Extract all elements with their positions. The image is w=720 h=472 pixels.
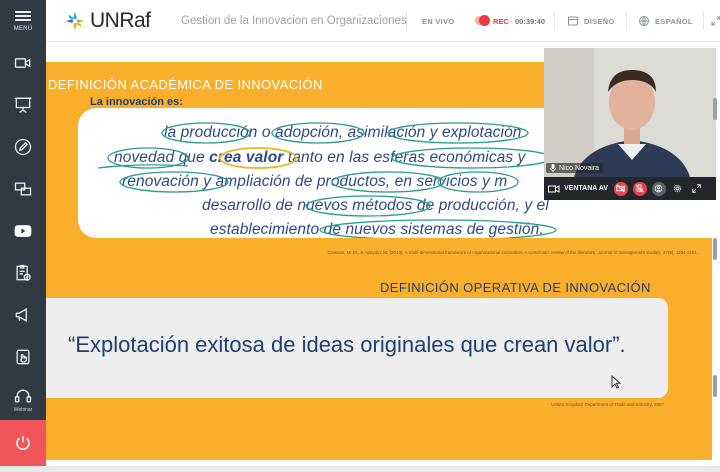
popout-button[interactable] [690,182,704,196]
star-logo-icon [65,11,85,31]
layout-button[interactable]: DISEÑO [567,13,615,29]
expand-icon [711,16,720,26]
fullscreen-button[interactable] [710,13,720,29]
screen-share-icon [14,182,32,196]
mouse-cursor-icon [611,375,621,389]
record-toggle[interactable] [475,15,490,26]
participant-name: Nico Novaira [559,164,600,172]
layout-label: DISEÑO [584,16,615,26]
participant-video [544,48,716,177]
headset-icon [14,389,32,402]
mic-off-icon [635,184,645,193]
sidebar-item-whiteboard[interactable] [0,128,46,166]
power-icon [16,436,30,450]
app-window: MENÚ Webinar UNRaf Gestion de la Innovac… [0,0,720,472]
sidebar-item-raise-hand[interactable] [0,338,46,376]
sidebar-item-announcement[interactable] [0,296,46,334]
video-camera-icon [14,58,31,68]
menu-button[interactable]: MENÚ [0,0,46,40]
operative-quote: “Explotación exitosa de ideas originales… [68,332,626,357]
quote-fragment: tanto en las esferas económicas y [287,149,526,166]
sidebar-item-presentation[interactable] [0,86,46,124]
toggle-camera-button[interactable] [613,181,628,196]
operative-definition-card: “Explotación exitosa de ideas originales… [46,298,668,398]
sidebar-item-quiz[interactable] [0,254,46,292]
session-title: Gestion de la Innovacion en Organizacion… [181,15,407,27]
quote-line: renovación y ampliación de productos, en… [122,173,508,190]
toggle-mic-button[interactable] [632,181,647,196]
header-divider [554,12,555,30]
slide-title-academic: DEFINICIÓN ACADÉMICA DE INNOVACIÓN [48,77,323,92]
sidebar-item-screen-share[interactable] [0,170,46,208]
end-session-button[interactable] [0,420,46,466]
layout-icon [568,16,578,26]
bottom-strip [0,466,720,472]
scroll-marker [713,238,717,260]
sidebar-item-camera[interactable] [0,44,46,82]
sidebar: MENÚ Webinar [0,0,46,466]
webcam-feed: Nico Novaira [544,48,716,177]
hand-raise-icon [16,349,30,365]
megaphone-icon [15,308,27,322]
quote-line: novedad que crea valor tanto en las esfe… [114,149,526,167]
quote-fragment: novedad que [114,149,205,166]
sidebar-item-youtube[interactable] [0,212,46,250]
quote-line: la producción o adopción, asimilación y … [164,124,522,141]
unraf-logo: UNRaf [64,9,151,33]
slide-subtitle: La innovación es: [90,96,183,108]
video-controls: VENTANA AV [544,177,716,200]
rec-label: REC [493,17,509,26]
webinar-label: Webinar [13,406,33,413]
camera-icon[interactable] [548,184,560,194]
rec-timer: 00:39:40 [515,17,546,26]
presentation-icon [14,97,32,114]
menu-label: MENÚ [13,25,33,32]
quote-line: establecimiento de nuevos sistemas de ge… [210,221,544,238]
scroll-marker [713,98,717,120]
live-label: EN VIVO [422,17,455,26]
youtube-icon [14,225,32,237]
participant-name-tag: Nico Novaira [546,163,604,173]
language-label: ESPAÑOL [655,16,693,26]
sidebar-item-webinar[interactable]: Webinar [0,380,46,418]
background-effects-icon [655,184,663,193]
video-window[interactable]: Nico Novaira VENTANA AV [544,48,716,200]
logo-text: UNRaf [90,9,151,32]
hamburger-icon [15,9,31,23]
clipboard-check-icon [16,264,31,281]
pencil-icon [14,138,32,156]
citation-operative: United Kingdom Department of Trade and I… [551,402,664,407]
header-divider [406,12,407,30]
effects-button[interactable] [651,181,666,196]
expand-icon [692,184,702,193]
slide-title-operative: DEFINICIÓN OPERATIVA DE INNOVACIÓN [380,280,651,295]
top-header: UNRaf Gestion de la Innovacion en Organi… [46,0,720,42]
header-divider [626,12,627,30]
camera-off-icon [616,184,626,193]
highlighted-phrase: crea valor [209,149,284,166]
microphone-icon [550,164,556,172]
scroll-marker [713,375,717,397]
quote-line: desarrollo de nuevos métodos de producci… [202,197,549,214]
globe-icon [639,16,649,26]
gear-icon [674,184,682,193]
window-av-label: VENTANA AV [564,185,608,192]
settings-button[interactable] [671,182,685,196]
citation-academic: Crossan, M. M., & Apaydin, M. (2010). A … [327,250,698,255]
header-divider [703,12,704,30]
language-button[interactable]: ESPAÑOL [638,13,693,29]
